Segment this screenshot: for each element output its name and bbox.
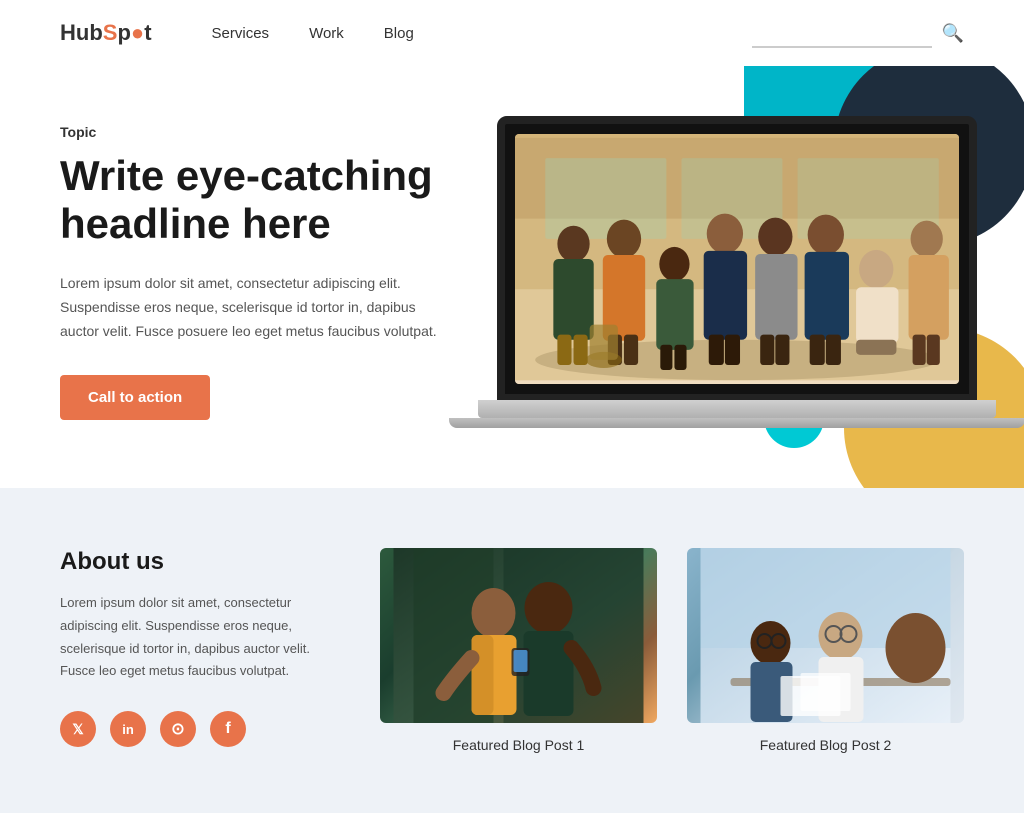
blog-post-2-photo	[687, 548, 964, 723]
post1-svg	[380, 548, 657, 723]
hero-body: Lorem ipsum dolor sit amet, consectetur …	[60, 272, 440, 343]
search-container: 🔍	[752, 18, 964, 48]
header: HubSp●t Services Work Blog 🔍	[0, 0, 1024, 66]
nav-services[interactable]: Services	[212, 25, 270, 42]
twitter-symbol: 𝕏	[72, 721, 83, 738]
facebook-symbol: f	[225, 720, 230, 738]
nav-blog[interactable]: Blog	[384, 25, 414, 42]
about-body: Lorem ipsum dolor sit amet, consectetur …	[60, 592, 340, 683]
linkedin-symbol: in	[122, 722, 134, 737]
social-icons: 𝕏 in ⊙ f	[60, 711, 340, 747]
linkedin-icon[interactable]: in	[110, 711, 146, 747]
hero-image-area	[467, 116, 977, 428]
laptop-bottom	[449, 418, 1024, 428]
group-photo-svg	[515, 134, 959, 384]
blog-post-2: Featured Blog Post 2	[687, 548, 964, 753]
twitter-icon[interactable]: 𝕏	[60, 711, 96, 747]
hero-section: Topic Write eye-catching headline here L…	[0, 66, 1024, 488]
main-nav: Services Work Blog	[212, 25, 414, 42]
about-title: About us	[60, 548, 340, 576]
laptop-screen	[497, 116, 977, 402]
nav-work[interactable]: Work	[309, 25, 344, 42]
hero-content: Topic Write eye-catching headline here L…	[60, 124, 467, 421]
laptop-screen-inner	[515, 134, 959, 384]
blog-post-1-photo	[380, 548, 657, 723]
logo: HubSp●t	[60, 20, 152, 46]
search-icon: 🔍	[942, 23, 964, 43]
blog-post-1: Featured Blog Post 1	[380, 548, 657, 753]
blog-post-1-image	[380, 548, 657, 723]
instagram-symbol: ⊙	[171, 719, 184, 739]
blog-post-2-image	[687, 548, 964, 723]
cta-button[interactable]: Call to action	[60, 375, 210, 420]
hero-topic: Topic	[60, 124, 467, 140]
about-left: About us Lorem ipsum dolor sit amet, con…	[60, 548, 340, 747]
post2-svg	[687, 548, 964, 723]
laptop-base	[478, 400, 996, 418]
search-input[interactable]	[752, 18, 932, 48]
facebook-icon[interactable]: f	[210, 711, 246, 747]
hero-headline: Write eye-catching headline here	[60, 152, 467, 249]
instagram-icon[interactable]: ⊙	[160, 711, 196, 747]
laptop	[497, 116, 977, 428]
blog-posts: Featured Blog Post 1	[380, 548, 964, 753]
search-button[interactable]: 🔍	[942, 23, 964, 44]
about-section: About us Lorem ipsum dolor sit amet, con…	[0, 488, 1024, 813]
